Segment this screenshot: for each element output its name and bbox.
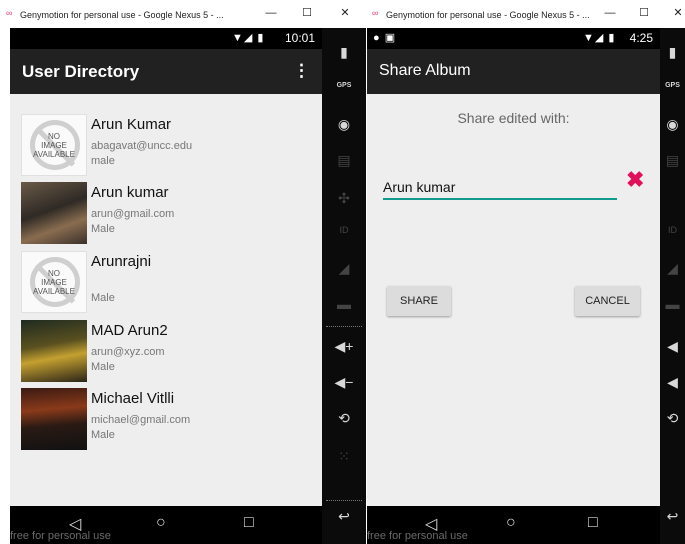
- list-item[interactable]: NO IMAGE AVAILABLE Arun Kumar abagavat@u…: [21, 114, 312, 178]
- back-arrow-icon[interactable]: ↩: [660, 508, 685, 525]
- watermark: free for personal use: [367, 530, 468, 542]
- user-name: Arunrajni: [91, 253, 152, 270]
- wifi-signal-battery-icon: ▼◢ ▮: [232, 32, 265, 44]
- emulator-window-right: ∞ Genymotion for personal use - Google N…: [366, 0, 685, 544]
- home-icon[interactable]: ○: [506, 514, 516, 532]
- user-name: Arun Kumar: [91, 116, 172, 133]
- album-cover-image: [21, 320, 87, 382]
- user-name: Michael Vitlli: [91, 390, 175, 407]
- remote-control-icon[interactable]: ✣: [322, 190, 366, 207]
- navigation-bar: ◁ ○ □ free for personal use: [367, 506, 660, 544]
- album-cover-image: [21, 388, 87, 450]
- network-icon[interactable]: ◢: [660, 260, 685, 277]
- emulator-window-left: ∞ Genymotion for personal use - Google N…: [0, 0, 366, 544]
- phone-screen: ● ▣ ▼◢ ▮ 4:25 Share Album Share edited w…: [367, 28, 660, 544]
- emulator-sidebar: ▮ GPS ◉ ▤ ID ◢ ▬ ◀ ◀ ⟲ ↩: [660, 28, 685, 544]
- device-id-icon[interactable]: ID: [322, 225, 366, 235]
- phone-screen: ▼◢ ▮ 10:01 User Directory ⋮ NO IMAGE AVA…: [10, 28, 322, 544]
- no-image-placeholder-icon: NO IMAGE AVAILABLE: [21, 114, 87, 176]
- capture-icon[interactable]: ▤: [660, 152, 685, 169]
- device-id-icon[interactable]: ID: [660, 225, 685, 235]
- notification-icons: ● ▣: [373, 32, 397, 44]
- home-icon[interactable]: ○: [156, 514, 166, 532]
- clear-icon[interactable]: ✖: [626, 167, 644, 193]
- status-bar: ● ▣ ▼◢ ▮ 4:25: [367, 28, 660, 49]
- list-item[interactable]: NO IMAGE AVAILABLE Arunrajni Male: [21, 251, 312, 315]
- user-gender: Male: [91, 429, 115, 441]
- user-list: NO IMAGE AVAILABLE Arun Kumar abagavat@u…: [10, 94, 322, 506]
- page-title: User Directory: [22, 62, 140, 81]
- rotate-icon[interactable]: ⟲: [660, 410, 685, 427]
- genymotion-logo-icon: ∞: [6, 8, 13, 18]
- gps-icon[interactable]: GPS: [322, 82, 366, 89]
- user-gender: male: [91, 155, 115, 167]
- wifi-signal-battery-icon: ▼◢ ▮: [583, 32, 616, 44]
- sidebar-divider: [326, 326, 362, 327]
- user-gender: Male: [91, 361, 115, 373]
- pixel-perfect-icon[interactable]: ⁙: [322, 448, 366, 465]
- sms-icon[interactable]: ▬: [660, 296, 685, 312]
- watermark: free for personal use: [10, 530, 111, 542]
- share-dialog: Share edited with: ✖ SHARE CANCEL: [367, 94, 660, 506]
- volume-down-icon[interactable]: ◀: [660, 374, 685, 391]
- navigation-bar: ◁ ○ □ free for personal use: [10, 506, 322, 544]
- maximize-button[interactable]: ☐: [637, 6, 651, 20]
- webcam-icon[interactable]: ◉: [322, 116, 366, 133]
- capture-icon[interactable]: ▤: [322, 152, 366, 169]
- recents-icon[interactable]: □: [244, 514, 254, 532]
- share-label: Share edited with:: [457, 110, 570, 126]
- window-title: Genymotion for personal use - Google Nex…: [20, 10, 224, 20]
- overflow-menu-icon[interactable]: ⋮: [293, 61, 310, 81]
- sidebar-divider: [326, 500, 362, 501]
- user-email: abagavat@uncc.edu: [91, 140, 193, 152]
- volume-up-icon[interactable]: ◀: [660, 338, 685, 355]
- volume-up-icon[interactable]: ◀+: [322, 338, 366, 355]
- share-user-input[interactable]: [383, 176, 617, 200]
- user-gender: Male: [91, 223, 115, 235]
- share-button[interactable]: SHARE: [387, 286, 451, 316]
- status-bar: ▼◢ ▮ 10:01: [10, 28, 322, 49]
- user-gender: Male: [91, 292, 115, 304]
- page-title: Share Album: [379, 62, 471, 79]
- webcam-icon[interactable]: ◉: [660, 116, 685, 133]
- maximize-button[interactable]: ☐: [300, 6, 314, 20]
- volume-down-icon[interactable]: ◀−: [322, 374, 366, 391]
- no-image-text: NO IMAGE AVAILABLE: [33, 269, 75, 296]
- window-titlebar: ∞ Genymotion for personal use - Google N…: [0, 0, 366, 28]
- list-item[interactable]: Michael Vitlli michael@gmail.com Male: [21, 388, 312, 452]
- user-email: michael@gmail.com: [91, 414, 191, 426]
- minimize-button[interactable]: —: [603, 6, 617, 20]
- user-email: arun@xyz.com: [91, 346, 165, 358]
- status-time: 10:01: [284, 31, 315, 45]
- genymotion-logo-icon: ∞: [372, 8, 379, 18]
- app-bar: User Directory ⋮: [10, 49, 322, 94]
- no-image-placeholder-icon: NO IMAGE AVAILABLE: [21, 251, 87, 313]
- window-titlebar: ∞ Genymotion for personal use - Google N…: [366, 0, 685, 28]
- network-icon[interactable]: ◢: [322, 260, 366, 277]
- no-image-text: NO IMAGE AVAILABLE: [33, 132, 75, 159]
- sms-icon[interactable]: ▬: [322, 296, 366, 312]
- rotate-icon[interactable]: ⟲: [322, 410, 366, 427]
- gps-icon[interactable]: GPS: [660, 82, 685, 89]
- battery-icon[interactable]: ▮: [660, 44, 685, 61]
- emulator-sidebar: ▮ GPS ◉ ▤ ✣ ID ◢ ▬ ◀+ ◀− ⟲ ⁙ ↩: [322, 28, 366, 544]
- battery-icon[interactable]: ▮: [322, 44, 366, 61]
- user-name: Arun kumar: [91, 184, 169, 201]
- app-bar: Share Album: [367, 49, 660, 94]
- list-item[interactable]: MAD Arun2 arun@xyz.com Male: [21, 320, 312, 384]
- cancel-button[interactable]: CANCEL: [575, 286, 640, 316]
- user-name: MAD Arun2: [91, 322, 168, 339]
- status-time: 4:25: [629, 31, 653, 45]
- list-item[interactable]: Arun kumar arun@gmail.com Male: [21, 182, 312, 246]
- user-email: arun@gmail.com: [91, 208, 175, 220]
- close-button[interactable]: ✕: [671, 6, 685, 20]
- window-title: Genymotion for personal use - Google Nex…: [386, 10, 590, 20]
- minimize-button[interactable]: —: [264, 6, 278, 20]
- back-arrow-icon[interactable]: ↩: [322, 508, 366, 525]
- close-button[interactable]: ✕: [338, 6, 352, 20]
- album-cover-image: [21, 182, 87, 244]
- recents-icon[interactable]: □: [588, 514, 598, 532]
